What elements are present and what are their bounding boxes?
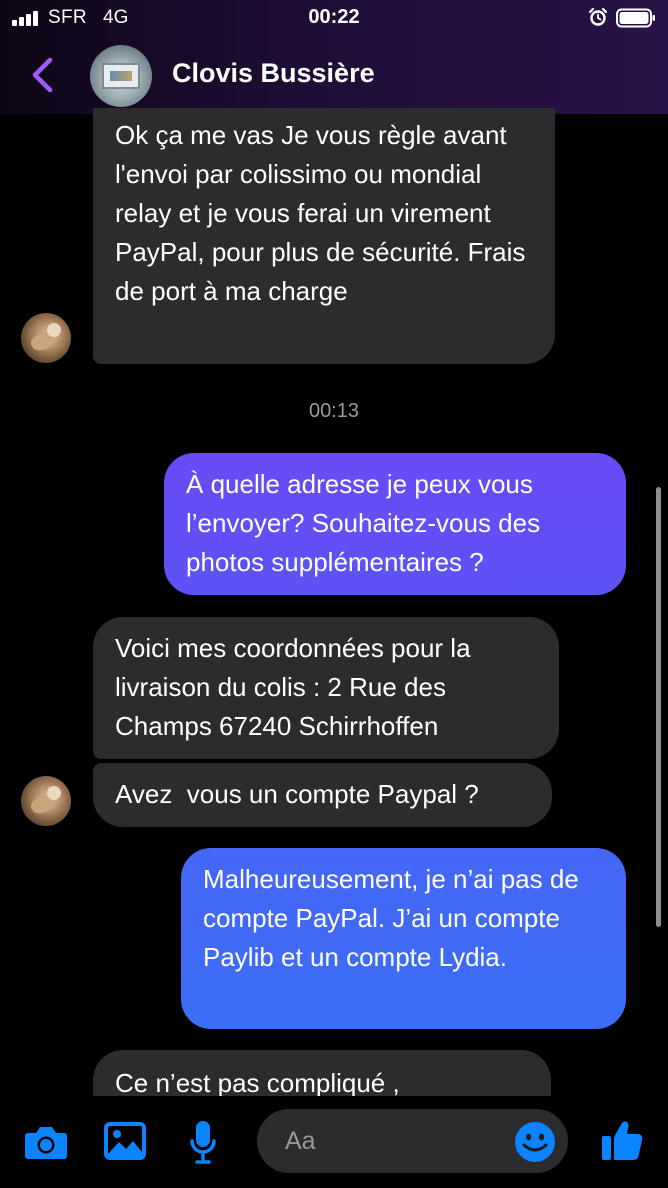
thumbs-up-icon[interactable]: [600, 1118, 644, 1162]
message-outgoing[interactable]: Malheureusement, je n’ai pas de compte P…: [181, 848, 626, 1029]
message-timestamp: 00:13: [308, 400, 360, 422]
message-incoming[interactable]: Ok ça me vas Je vous règle avant l'envoi…: [93, 108, 555, 364]
battery-icon: [616, 8, 655, 28]
image-icon[interactable]: [104, 1122, 146, 1160]
message-incoming[interactable]: Avez vous un compte Paypal ?: [93, 763, 552, 827]
sender-avatar[interactable]: [21, 313, 71, 363]
emoji-icon[interactable]: [514, 1121, 556, 1163]
contact-avatar[interactable]: [90, 45, 152, 107]
status-bar: SFR 4G 00:22: [0, 0, 668, 38]
back-chevron-icon[interactable]: [28, 56, 58, 94]
status-time: 00:22: [308, 6, 360, 28]
microphone-icon[interactable]: [190, 1120, 216, 1164]
message-incoming[interactable]: Voici mes coordonnées pour la livraison …: [93, 617, 559, 759]
camera-icon[interactable]: [24, 1124, 68, 1160]
message-outgoing[interactable]: À quelle adresse je peux vous l’envoyer?…: [164, 453, 626, 595]
scrollbar[interactable]: [656, 487, 661, 927]
alarm-icon: [588, 7, 608, 26]
sender-avatar[interactable]: [21, 776, 71, 826]
contact-name[interactable]: Clovis Bussière: [172, 58, 375, 89]
